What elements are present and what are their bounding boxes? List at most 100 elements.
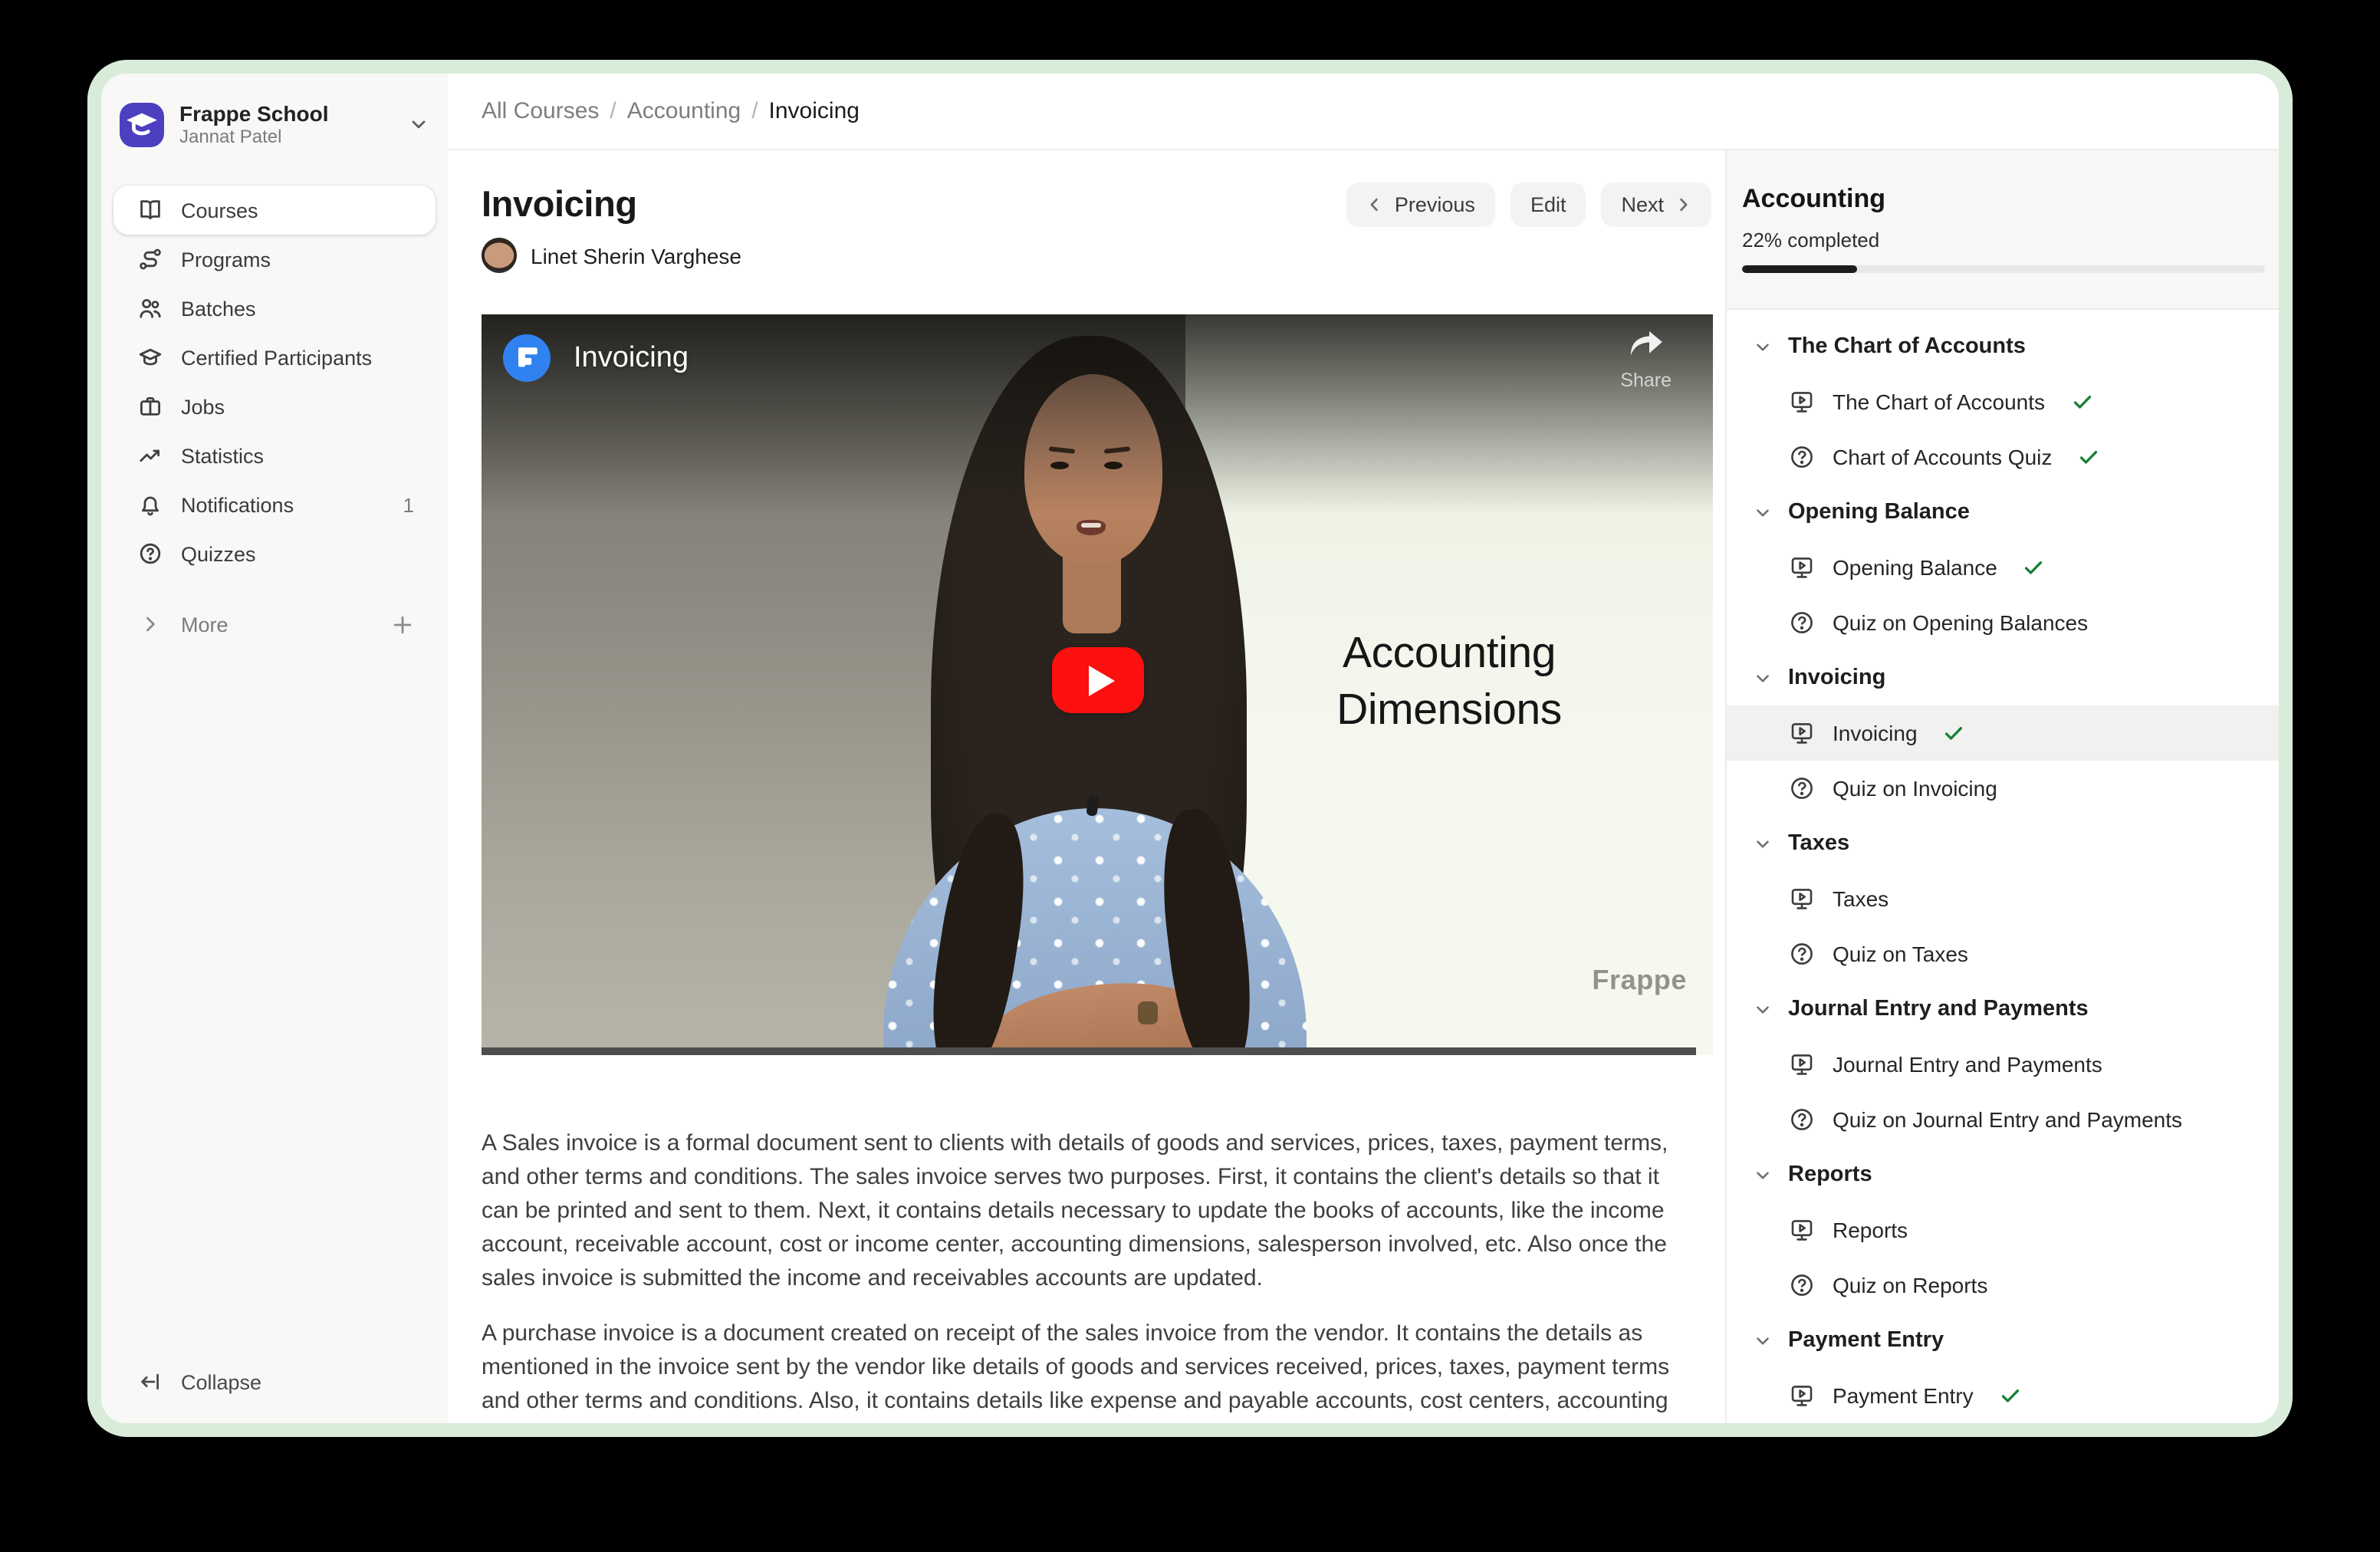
more-label: More — [181, 613, 228, 636]
quiz-icon — [1788, 1106, 1816, 1133]
outline-lesson-taxes[interactable]: Taxes — [1727, 871, 2279, 926]
outline-lesson-opening-balance[interactable]: Opening Balance — [1727, 540, 2279, 595]
outline-section-payment-entry[interactable]: Payment Entry — [1727, 1313, 2279, 1368]
video-overlay-title[interactable]: Invoicing — [574, 341, 689, 375]
trending-up-icon — [138, 443, 163, 468]
completed-check-icon — [1944, 722, 1965, 744]
sidebar-nav: Courses Programs Batches Certified Parti… — [101, 186, 448, 578]
outline-lesson-quiz-on-taxes[interactable]: Quiz on Taxes — [1727, 926, 2279, 982]
sidebar-item-batches[interactable]: Batches — [113, 284, 436, 333]
wrist-watch — [1138, 1001, 1158, 1024]
app-frame: Frappe School Jannat Patel Courses Progr… — [87, 60, 2293, 1437]
sidebar-item-more[interactable]: More — [113, 600, 436, 649]
slide-title: Accounting Dimensions — [1185, 626, 1713, 739]
share-button[interactable]: Share — [1620, 330, 1672, 391]
chevron-down-icon — [1753, 999, 1773, 1019]
video-lesson-icon — [1788, 885, 1816, 912]
sidebar: Frappe School Jannat Patel Courses Progr… — [101, 74, 448, 1423]
sidebar-item-certified-participants[interactable]: Certified Participants — [113, 333, 436, 382]
bell-icon — [138, 492, 163, 517]
school-switcher[interactable]: Frappe School Jannat Patel — [120, 95, 429, 153]
outline-section-taxes[interactable]: Taxes — [1727, 816, 2279, 871]
frappe-watermark: Frappe — [1592, 965, 1687, 997]
lesson-body-text: A Sales invoice is a formal document sen… — [482, 1127, 1681, 1423]
lesson-toolbar: Previous Edit Next — [1347, 182, 1711, 226]
video-title-row: Invoicing — [503, 334, 689, 382]
outline-lesson-journal-entry-and-payments[interactable]: Journal Entry and Payments — [1727, 1037, 2279, 1092]
quiz-icon — [1788, 774, 1816, 802]
lesson-header: Invoicing Previous Edit Nex — [482, 179, 1711, 229]
breadcrumb-invoicing: Invoicing — [769, 98, 860, 124]
previous-button[interactable]: Previous — [1347, 182, 1495, 226]
quiz-icon — [1788, 443, 1816, 471]
chevron-down-icon[interactable] — [408, 113, 429, 135]
collapse-arrow-icon — [138, 1370, 163, 1394]
chevron-down-icon — [1753, 834, 1773, 853]
outline-lesson-quiz-on-opening-balances[interactable]: Quiz on Opening Balances — [1727, 595, 2279, 650]
sidebar-item-statistics[interactable]: Statistics — [113, 431, 436, 480]
youtube-play-button[interactable] — [1052, 647, 1144, 713]
sidebar-item-jobs[interactable]: Jobs — [113, 382, 436, 431]
video-lesson-icon — [1788, 719, 1816, 747]
outline-lesson-quiz-on-reports[interactable]: Quiz on Reports — [1727, 1258, 2279, 1313]
quiz-icon — [1788, 1271, 1816, 1299]
collapse-sidebar-button[interactable]: Collapse — [113, 1359, 436, 1405]
edit-label: Edit — [1530, 192, 1566, 215]
outline-lesson-chart-of-accounts-quiz[interactable]: Chart of Accounts Quiz — [1727, 429, 2279, 485]
completed-check-icon — [2071, 391, 2092, 413]
course-progress-track — [1742, 265, 2265, 273]
outline-lesson-quiz-on-invoicing[interactable]: Quiz on Invoicing — [1727, 761, 2279, 816]
help-circle-icon — [138, 541, 163, 566]
page-title: Invoicing — [482, 183, 637, 225]
frappe-school-logo — [120, 102, 164, 146]
chevron-down-icon — [1753, 337, 1773, 357]
share-arrow-icon — [1626, 330, 1667, 362]
video-progress-bar[interactable] — [482, 1047, 1696, 1055]
plus-icon[interactable] — [391, 613, 423, 636]
sidebar-item-notifications[interactable]: Notifications 1 — [113, 480, 436, 529]
outline-lesson-quiz-on-journal-entry-and-payments[interactable]: Quiz on Journal Entry and Payments — [1727, 1092, 2279, 1147]
graduation-cap-logo-icon — [120, 102, 164, 146]
previous-label: Previous — [1395, 192, 1475, 215]
sidebar-item-courses[interactable]: Courses — [113, 186, 436, 235]
sidebar-item-quizzes[interactable]: Quizzes — [113, 529, 436, 578]
breadcrumb: All Courses/Accounting/Invoicing — [448, 74, 2279, 150]
content-columns: Invoicing Previous Edit Nex — [448, 150, 2279, 1423]
outline-lesson-the-chart-of-accounts[interactable]: The Chart of Accounts — [1727, 374, 2279, 429]
outline-section-journal-entry-and-payments[interactable]: Journal Entry and Payments — [1727, 982, 2279, 1037]
stage: Frappe School Jannat Patel Courses Progr… — [0, 0, 2380, 1552]
next-button[interactable]: Next — [1601, 182, 1711, 226]
briefcase-icon — [138, 394, 163, 419]
course-outline-panel: Accounting 22% completed The Chart of Ac… — [1725, 150, 2279, 1423]
quiz-icon — [1788, 940, 1816, 968]
sidebar-item-programs[interactable]: Programs — [113, 235, 436, 284]
video-lesson-icon — [1788, 554, 1816, 581]
chevron-right-icon — [1675, 196, 1691, 212]
collapse-label: Collapse — [181, 1370, 261, 1393]
frappe-video-logo-icon — [503, 334, 551, 382]
outline-section-reports[interactable]: Reports — [1727, 1147, 2279, 1202]
presenter-face — [1024, 374, 1162, 564]
video-lesson-icon — [1788, 1216, 1816, 1244]
video-player[interactable]: Accounting Dimensions Frappe — [482, 314, 1713, 1055]
outline-lesson-payment-entry[interactable]: Payment Entry — [1727, 1368, 2279, 1423]
edit-button[interactable]: Edit — [1511, 182, 1586, 226]
breadcrumb-all-courses[interactable]: All Courses — [482, 98, 599, 124]
breadcrumb-accounting[interactable]: Accounting — [627, 98, 741, 124]
outline-section-opening-balance[interactable]: Opening Balance — [1727, 485, 2279, 540]
outline-section-invoicing[interactable]: Invoicing — [1727, 650, 2279, 705]
route-icon — [138, 247, 163, 271]
course-title: Accounting — [1742, 150, 2265, 215]
app-window: Frappe School Jannat Patel Courses Progr… — [101, 74, 2279, 1423]
breadcrumb-separator: / — [610, 98, 616, 124]
author-avatar — [482, 238, 517, 273]
outline-section-the-chart-of-accounts[interactable]: The Chart of Accounts — [1727, 319, 2279, 374]
next-label: Next — [1621, 192, 1664, 215]
video-lesson-icon — [1788, 1382, 1816, 1409]
outline-lesson-invoicing[interactable]: Invoicing — [1727, 705, 2279, 761]
outline-lesson-reports[interactable]: Reports — [1727, 1202, 2279, 1258]
course-outline-header: Accounting 22% completed — [1727, 150, 2279, 310]
completed-check-icon — [2023, 557, 2045, 578]
lesson-main: Invoicing Previous Edit Nex — [448, 150, 1725, 1423]
author-name: Linet Sherin Varghese — [531, 243, 741, 268]
